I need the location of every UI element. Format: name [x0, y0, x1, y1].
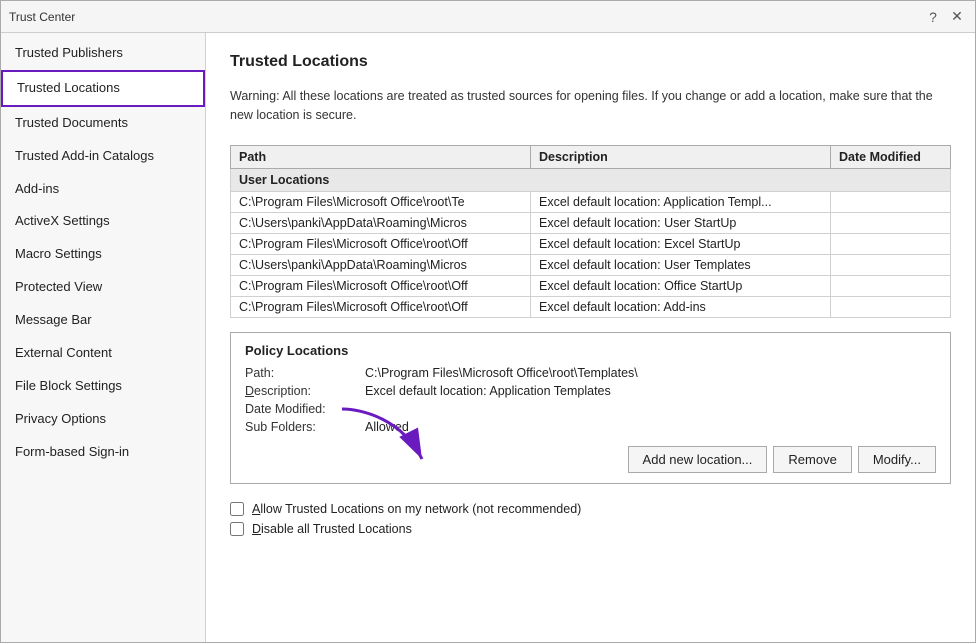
content-area: Trusted Publishers Trusted Locations Tru…: [1, 33, 975, 642]
col-header-date: Date Modified: [831, 145, 951, 168]
titlebar-controls: ? ✕: [923, 7, 967, 27]
allow-network-label: Allow Trusted Locations on my network (n…: [252, 502, 581, 516]
locations-table: Path Description Date Modified User Loca…: [230, 145, 951, 318]
row-path: C:\Program Files\Microsoft Office\root\O…: [231, 275, 531, 296]
table-row[interactable]: C:\Program Files\Microsoft Office\root\O…: [231, 233, 951, 254]
sidebar-item-external-content[interactable]: External Content: [1, 337, 205, 370]
window-title: Trust Center: [9, 10, 75, 24]
policy-desc-label: Description:: [245, 384, 365, 398]
col-header-path: Path: [231, 145, 531, 168]
close-button[interactable]: ✕: [947, 7, 967, 27]
row-desc: Excel default location: User Templates: [531, 254, 831, 275]
warning-text: Warning: All these locations are treated…: [230, 87, 951, 125]
sidebar-item-macro[interactable]: Macro Settings: [1, 238, 205, 271]
row-date: [831, 233, 951, 254]
checkbox-allow-network-row: Allow Trusted Locations on my network (n…: [230, 502, 951, 516]
table-row[interactable]: C:\Users\panki\AppData\Roaming\Micros Ex…: [231, 212, 951, 233]
sidebar-item-form-signin[interactable]: Form-based Sign-in: [1, 436, 205, 469]
modify-button[interactable]: Modify...: [858, 446, 936, 473]
buttons-row: Add new location... Remove Modify...: [245, 446, 936, 473]
sidebar-item-trusted-locations[interactable]: Trusted Locations: [1, 70, 205, 107]
remove-button[interactable]: Remove: [773, 446, 851, 473]
policy-desc-value: Excel default location: Application Temp…: [365, 384, 611, 398]
policy-section-title: Policy Locations: [245, 343, 936, 358]
row-date: [831, 212, 951, 233]
allow-network-checkbox[interactable]: [230, 502, 244, 516]
sidebar: Trusted Publishers Trusted Locations Tru…: [1, 33, 206, 642]
sidebar-item-trusted-documents[interactable]: Trusted Documents: [1, 107, 205, 140]
policy-path-value: C:\Program Files\Microsoft Office\root\T…: [365, 366, 638, 380]
disable-all-label: Disable all Trusted Locations: [252, 522, 412, 536]
table-row[interactable]: C:\Users\panki\AppData\Roaming\Micros Ex…: [231, 254, 951, 275]
checkboxes-section: Allow Trusted Locations on my network (n…: [230, 502, 951, 536]
sidebar-item-trusted-addins[interactable]: Trusted Add-in Catalogs: [1, 140, 205, 173]
row-path: C:\Program Files\Microsoft Office\root\O…: [231, 296, 531, 317]
row-date: [831, 191, 951, 212]
arrow-annotation: [322, 399, 442, 479]
checkbox-disable-all-row: Disable all Trusted Locations: [230, 522, 951, 536]
titlebar: Trust Center ? ✕: [1, 1, 975, 33]
row-path: C:\Users\panki\AppData\Roaming\Micros: [231, 212, 531, 233]
row-desc: Excel default location: Office StartUp: [531, 275, 831, 296]
row-path: C:\Users\panki\AppData\Roaming\Micros: [231, 254, 531, 275]
policy-path-row: Path: C:\Program Files\Microsoft Office\…: [245, 366, 936, 380]
sidebar-item-message-bar[interactable]: Message Bar: [1, 304, 205, 337]
policy-section: Policy Locations Path: C:\Program Files\…: [230, 332, 951, 484]
row-date: [831, 275, 951, 296]
sidebar-item-addins[interactable]: Add-ins: [1, 173, 205, 206]
policy-desc-row: Description: Excel default location: App…: [245, 384, 936, 398]
policy-path-label: Path:: [245, 366, 365, 380]
row-path: C:\Program Files\Microsoft Office\root\T…: [231, 191, 531, 212]
add-location-button[interactable]: Add new location...: [628, 446, 768, 473]
col-header-desc: Description: [531, 145, 831, 168]
sidebar-item-protected-view[interactable]: Protected View: [1, 271, 205, 304]
table-row[interactable]: C:\Program Files\Microsoft Office\root\O…: [231, 275, 951, 296]
table-row[interactable]: C:\Program Files\Microsoft Office\root\T…: [231, 191, 951, 212]
row-date: [831, 254, 951, 275]
row-path: C:\Program Files\Microsoft Office\root\O…: [231, 233, 531, 254]
row-date: [831, 296, 951, 317]
trust-center-window: Trust Center ? ✕ Trusted Publishers Trus…: [0, 0, 976, 643]
help-button[interactable]: ?: [923, 7, 943, 27]
row-desc: Excel default location: Application Temp…: [531, 191, 831, 212]
sidebar-item-file-block[interactable]: File Block Settings: [1, 370, 205, 403]
table-row[interactable]: C:\Program Files\Microsoft Office\root\O…: [231, 296, 951, 317]
disable-all-checkbox[interactable]: [230, 522, 244, 536]
section-header-user: User Locations: [231, 168, 951, 191]
sidebar-item-privacy[interactable]: Privacy Options: [1, 403, 205, 436]
row-desc: Excel default location: Excel StartUp: [531, 233, 831, 254]
main-panel: Trusted Locations Warning: All these loc…: [206, 33, 975, 642]
section-header-user-label: User Locations: [231, 168, 951, 191]
sidebar-item-trusted-publishers[interactable]: Trusted Publishers: [1, 37, 205, 70]
sidebar-item-activex[interactable]: ActiveX Settings: [1, 205, 205, 238]
row-desc: Excel default location: Add-ins: [531, 296, 831, 317]
row-desc: Excel default location: User StartUp: [531, 212, 831, 233]
panel-title: Trusted Locations: [230, 53, 951, 71]
